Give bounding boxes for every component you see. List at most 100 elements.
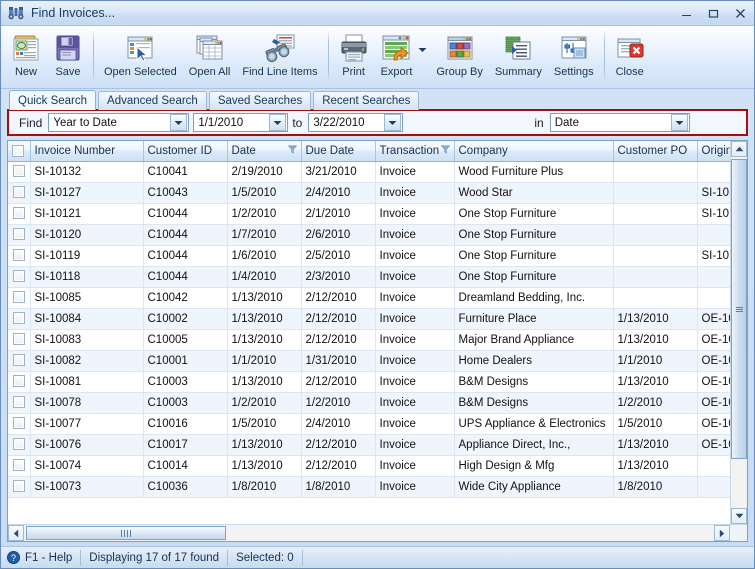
select-all-checkbox[interactable] xyxy=(12,144,24,157)
group-by-button[interactable]: Group By xyxy=(430,28,488,84)
open-selected-button[interactable]: Open Selected xyxy=(98,28,183,84)
table-row[interactable]: SI-10085 C10042 1/13/2010 2/12/2010 Invoice D… xyxy=(8,287,730,309)
table-row[interactable]: SI-10118 C10044 1/4/2010 2/3/2010 Invoice One… xyxy=(8,266,730,288)
row-checkbox[interactable] xyxy=(12,417,25,430)
row-checkbox[interactable] xyxy=(12,270,25,283)
row-select-cell[interactable] xyxy=(8,224,31,246)
row-checkbox[interactable] xyxy=(12,333,25,346)
row-select-cell[interactable] xyxy=(8,455,31,477)
row-select-cell[interactable] xyxy=(8,392,31,414)
close-button[interactable] xyxy=(727,2,754,24)
save-button[interactable]: Save xyxy=(47,28,89,84)
cell-trans: Invoice xyxy=(375,455,455,477)
row-select-cell[interactable] xyxy=(8,245,31,267)
to-date-dropdown[interactable]: 3/22/2010 xyxy=(308,113,404,132)
row-select-cell[interactable] xyxy=(8,350,31,372)
row-checkbox[interactable] xyxy=(12,207,25,220)
row-checkbox[interactable] xyxy=(12,165,25,178)
row-select-cell[interactable] xyxy=(8,476,31,498)
row-select-cell[interactable] xyxy=(8,203,31,225)
table-row[interactable]: SI-10082 C10001 1/1/2010 1/31/2010 Invoice Ho… xyxy=(8,350,730,372)
row-checkbox[interactable] xyxy=(12,438,25,451)
horizontal-scroll-track[interactable] xyxy=(24,525,714,541)
export-button[interactable]: Export xyxy=(375,28,419,84)
export-dropdown-button[interactable] xyxy=(418,28,430,84)
column-header-date[interactable]: Date xyxy=(227,141,302,162)
row-checkbox[interactable] xyxy=(12,459,25,472)
table-row[interactable]: SI-10120 C10044 1/7/2010 2/6/2010 Invoice One… xyxy=(8,224,730,246)
select-all-header[interactable] xyxy=(8,141,31,162)
minimize-button[interactable] xyxy=(673,2,700,24)
row-select-cell[interactable] xyxy=(8,371,31,393)
tab-quick-search[interactable]: Quick Search xyxy=(9,90,97,110)
table-row[interactable]: SI-10132 C10041 2/19/2010 3/21/2010 Invoice W… xyxy=(8,161,730,183)
cell-orig xyxy=(697,476,730,498)
chevron-down-icon[interactable] xyxy=(269,114,287,131)
help-status-cell[interactable]: ? F1 - Help xyxy=(1,549,82,566)
filter-icon[interactable] xyxy=(287,145,297,157)
settings-button[interactable]: Settings xyxy=(548,28,600,84)
tab-advanced-search[interactable]: Advanced Search xyxy=(98,91,207,110)
row-select-cell[interactable] xyxy=(8,308,31,330)
row-select-cell[interactable] xyxy=(8,329,31,351)
column-header-custid[interactable]: Customer ID xyxy=(143,141,228,162)
row-checkbox[interactable] xyxy=(12,354,25,367)
table-row[interactable]: SI-10084 C10002 1/13/2010 2/12/2010 Invoice F… xyxy=(8,308,730,330)
table-row[interactable]: SI-10127 C10043 1/5/2010 2/4/2010 Invoice Woo… xyxy=(8,182,730,204)
column-header-po[interactable]: Customer PO xyxy=(613,141,698,162)
scroll-up-button[interactable] xyxy=(731,141,747,157)
row-select-cell[interactable] xyxy=(8,182,31,204)
row-select-cell[interactable] xyxy=(8,434,31,456)
date-range-dropdown[interactable]: Year to Date xyxy=(48,113,190,132)
column-header-orig[interactable]: Original Or xyxy=(697,141,730,162)
table-row[interactable]: SI-10073 C10036 1/8/2010 1/8/2010 Invoice Wid… xyxy=(8,476,730,498)
table-row[interactable]: SI-10077 C10016 1/5/2010 2/4/2010 Invoice UPS… xyxy=(8,413,730,435)
table-row[interactable]: SI-10119 C10044 1/6/2010 2/5/2010 Invoice One… xyxy=(8,245,730,267)
table-row[interactable]: SI-10083 C10005 1/13/2010 2/12/2010 Invoice M… xyxy=(8,329,730,351)
close-window-button[interactable]: Close xyxy=(609,28,651,84)
row-checkbox[interactable] xyxy=(12,312,25,325)
vertical-scroll-thumb[interactable] xyxy=(731,159,747,459)
row-select-cell[interactable] xyxy=(8,266,31,288)
table-row[interactable]: SI-10078 C10003 1/2/2010 1/2/2010 Invoice B&M… xyxy=(8,392,730,414)
print-button[interactable]: Print xyxy=(333,28,375,84)
row-checkbox[interactable] xyxy=(12,480,25,493)
row-checkbox[interactable] xyxy=(12,291,25,304)
chevron-down-icon[interactable] xyxy=(170,114,188,131)
column-header-due[interactable]: Due Date xyxy=(301,141,376,162)
table-row[interactable]: SI-10121 C10044 1/2/2010 2/1/2010 Invoice One… xyxy=(8,203,730,225)
row-checkbox[interactable] xyxy=(12,249,25,262)
search-field-dropdown[interactable]: Date xyxy=(549,113,690,132)
new-button[interactable]: New xyxy=(5,28,47,84)
tab-saved-searches[interactable]: Saved Searches xyxy=(208,91,312,110)
table-row[interactable]: SI-10076 C10017 1/13/2010 2/12/2010 Invoice A… xyxy=(8,434,730,456)
filter-icon[interactable] xyxy=(440,145,450,157)
open-all-button[interactable]: Open All xyxy=(183,28,237,84)
scroll-left-button[interactable] xyxy=(8,525,24,541)
row-select-cell[interactable] xyxy=(8,287,31,309)
scroll-down-button[interactable] xyxy=(731,508,747,524)
from-date-dropdown[interactable]: 1/1/2010 xyxy=(193,113,289,132)
chevron-down-icon[interactable] xyxy=(670,114,688,131)
row-select-cell[interactable] xyxy=(8,413,31,435)
horizontal-scroll-thumb[interactable] xyxy=(26,526,226,540)
chevron-down-icon[interactable] xyxy=(384,114,402,131)
column-header-invoice[interactable]: Invoice Number xyxy=(30,141,144,162)
row-checkbox[interactable] xyxy=(12,228,25,241)
vertical-scroll-track[interactable] xyxy=(731,157,747,508)
column-header-company[interactable]: Company xyxy=(454,141,614,162)
row-checkbox[interactable] xyxy=(12,375,25,388)
vertical-scrollbar[interactable] xyxy=(730,141,747,524)
column-header-trans[interactable]: Transaction xyxy=(375,141,455,162)
horizontal-scrollbar[interactable] xyxy=(8,524,747,541)
table-row[interactable]: SI-10074 C10014 1/13/2010 2/12/2010 Invoice H… xyxy=(8,455,730,477)
find-line-items-button[interactable]: Find Line Items xyxy=(236,28,323,84)
scroll-right-button[interactable] xyxy=(714,525,730,541)
row-select-cell[interactable] xyxy=(8,161,31,183)
tab-recent-searches[interactable]: Recent Searches xyxy=(313,91,420,110)
row-checkbox[interactable] xyxy=(12,396,25,409)
row-checkbox[interactable] xyxy=(12,186,25,199)
table-row[interactable]: SI-10081 C10003 1/13/2010 2/12/2010 Invoice B… xyxy=(8,371,730,393)
maximize-button[interactable] xyxy=(700,2,727,24)
summary-button[interactable]: Summary xyxy=(489,28,548,84)
